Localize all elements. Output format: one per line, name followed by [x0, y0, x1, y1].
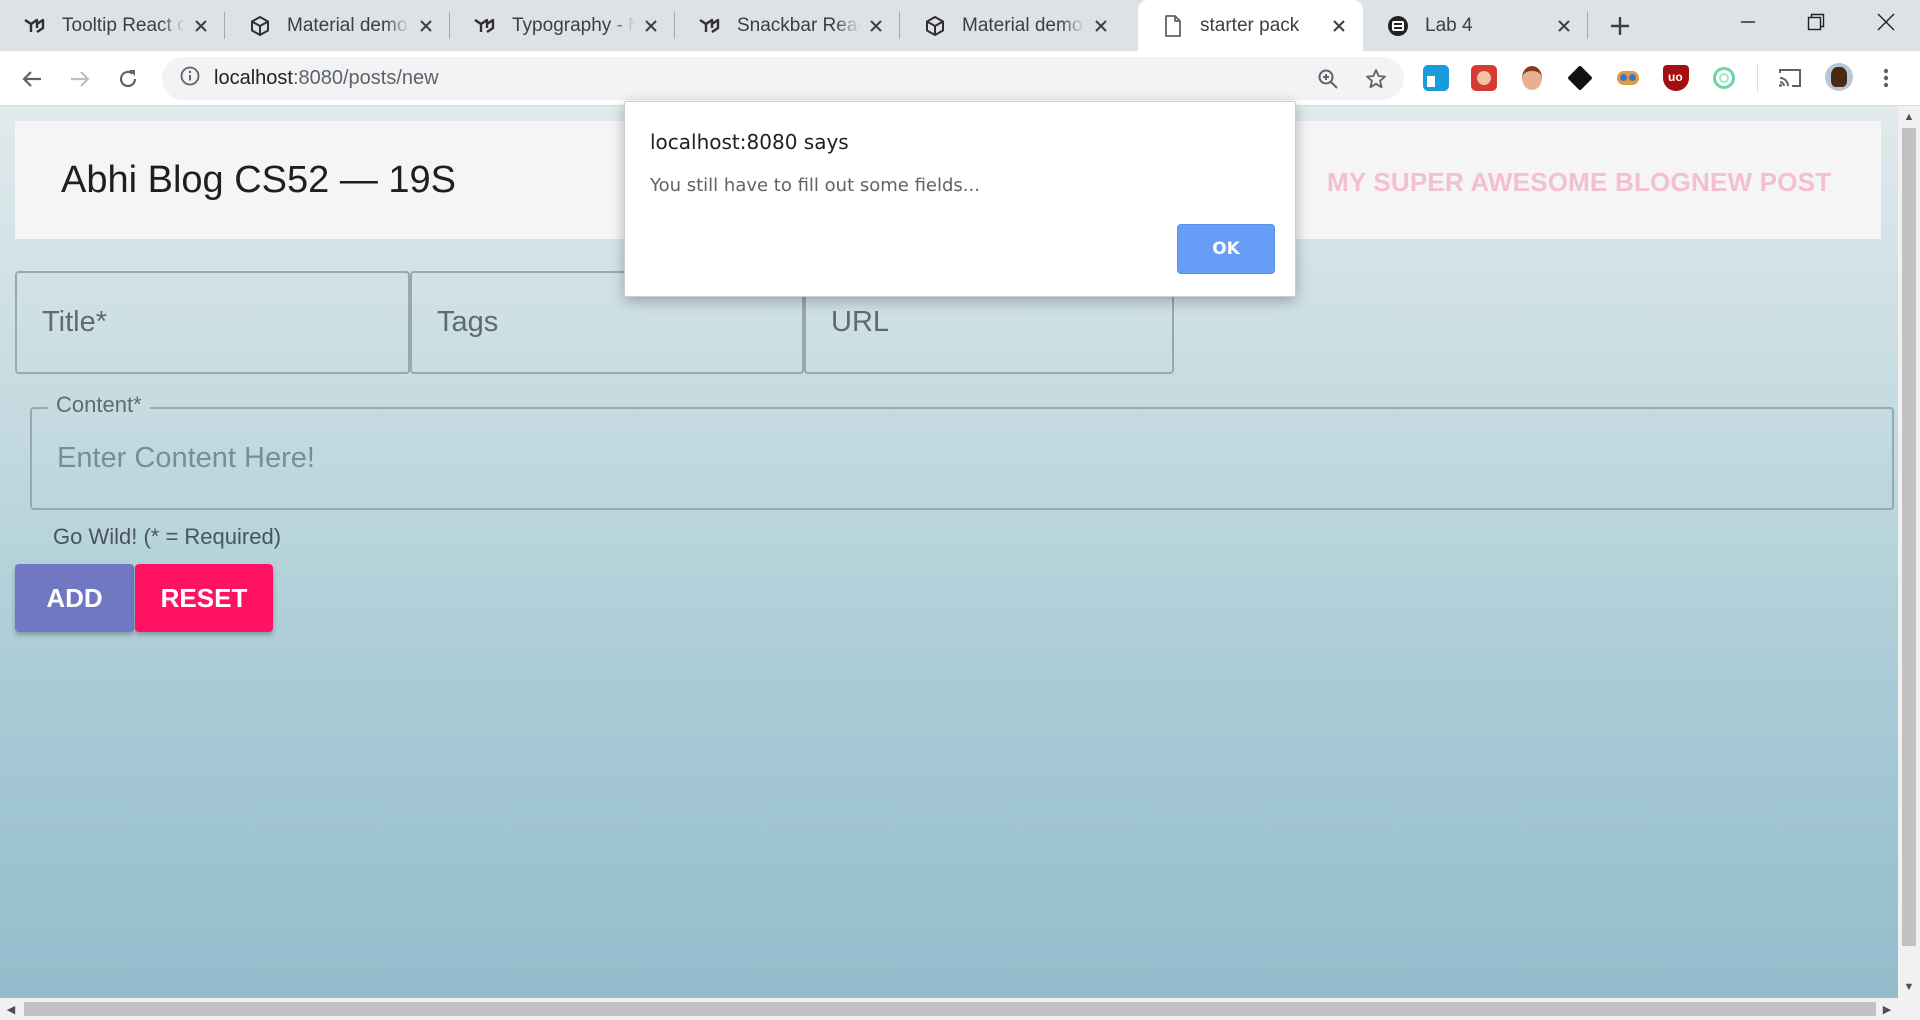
tab-label: Typography - Material-UI — [512, 14, 635, 36]
reset-button[interactable]: RESET — [135, 564, 273, 632]
new-tab-button[interactable] — [1604, 10, 1636, 42]
scroll-up-icon[interactable]: ▲ — [1898, 106, 1920, 128]
close-icon[interactable] — [1091, 16, 1111, 36]
content-input[interactable]: Enter Content Here! — [30, 407, 1894, 510]
ok-button[interactable]: OK — [1177, 224, 1275, 274]
add-button[interactable]: ADD — [15, 564, 134, 632]
info-icon[interactable] — [180, 66, 200, 91]
mui-logo-icon — [474, 15, 496, 37]
extension-avatar-icon[interactable] — [1519, 65, 1545, 91]
mui-logo-icon — [699, 15, 721, 37]
vertical-scroll-thumb[interactable] — [1902, 128, 1916, 946]
close-icon[interactable] — [191, 16, 211, 36]
tab-lab-4[interactable]: Lab 4 — [1363, 0, 1588, 51]
close-icon[interactable] — [416, 16, 436, 36]
close-icon[interactable] — [641, 16, 661, 36]
url-placeholder: URL — [831, 306, 890, 338]
alert-title: localhost:8080 says — [650, 130, 849, 154]
lab-icon — [1387, 15, 1409, 37]
tags-placeholder: Tags — [437, 306, 499, 338]
scroll-right-icon[interactable]: ▶ — [1876, 998, 1898, 1020]
cast-icon[interactable] — [1777, 65, 1803, 91]
tab-material-demo-2[interactable]: Material demo - CodeSandbox — [900, 0, 1125, 51]
tab-starter-pack[interactable]: starter pack — [1138, 0, 1363, 51]
scroll-down-icon[interactable]: ▼ — [1898, 976, 1920, 998]
close-window-button[interactable] — [1858, 0, 1914, 44]
tab-label: starter pack — [1200, 14, 1300, 36]
nav-link-blog[interactable]: MY SUPER AWESOME BLOG — [1327, 167, 1691, 198]
tab-label: Snackbar React component — [737, 14, 860, 36]
menu-dots-icon[interactable] — [1873, 65, 1899, 91]
nav-link-new-post[interactable]: NEW POST — [1691, 167, 1831, 198]
tab-label: Tooltip React component — [62, 14, 185, 36]
content-label: Content* — [48, 392, 150, 418]
zoom-icon[interactable] — [1312, 63, 1344, 95]
title-input[interactable]: Title* — [15, 271, 410, 374]
extension-ring-icon[interactable] — [1711, 65, 1737, 91]
title-placeholder: Title* — [42, 306, 107, 338]
close-icon[interactable] — [1554, 16, 1574, 36]
url-text: localhost:8080/posts/new — [214, 67, 439, 90]
tab-snackbar[interactable]: Snackbar React component — [675, 0, 900, 51]
address-bar[interactable]: localhost:8080/posts/new — [162, 57, 1404, 100]
reload-button[interactable] — [112, 63, 144, 95]
content-placeholder: Enter Content Here! — [57, 442, 315, 474]
horizontal-scrollbar[interactable]: ◀ ▶ — [0, 998, 1920, 1020]
extension-window-icon[interactable] — [1423, 65, 1449, 91]
site-title: Abhi Blog CS52 — 19S — [61, 159, 457, 201]
restore-button[interactable] — [1788, 0, 1844, 44]
tab-label: Material demo - CodeSandbox — [287, 14, 410, 36]
helper-text: Go Wild! (* = Required) — [53, 524, 282, 549]
close-icon[interactable] — [866, 16, 886, 36]
extension-puzzle-icon[interactable] — [1471, 65, 1497, 91]
forward-button[interactable] — [64, 63, 96, 95]
tab-tooltip[interactable]: Tooltip React component — [0, 0, 225, 51]
mui-logo-icon — [24, 15, 46, 37]
url-path: :8080/posts/new — [292, 67, 439, 89]
close-icon[interactable] — [1329, 16, 1349, 36]
extension-goggles-icon[interactable] — [1615, 65, 1641, 91]
cube-icon — [249, 15, 271, 37]
tab-strip: Tooltip React component Material demo - … — [0, 0, 1920, 51]
horizontal-scroll-thumb[interactable] — [24, 1002, 1876, 1016]
git-icon[interactable] — [1567, 65, 1593, 91]
vertical-scrollbar[interactable]: ▲ ▼ — [1898, 106, 1920, 998]
tab-material-demo-1[interactable]: Material demo - CodeSandbox — [225, 0, 450, 51]
back-button[interactable] — [16, 63, 48, 95]
cube-icon — [924, 15, 946, 37]
tab-separator — [1587, 12, 1588, 39]
alert-dialog: localhost:8080 says You still have to fi… — [624, 101, 1296, 297]
tab-label: Lab 4 — [1425, 14, 1473, 36]
toolbar-divider — [1757, 64, 1758, 92]
tab-label: Material demo - CodeSandbox — [962, 14, 1085, 36]
url-host: localhost — [214, 67, 293, 89]
scroll-left-icon[interactable]: ◀ — [0, 998, 22, 1020]
bookmark-star-icon[interactable] — [1360, 63, 1392, 95]
minimize-button[interactable] — [1720, 0, 1776, 44]
ublock-shield-icon[interactable]: uo — [1663, 65, 1689, 91]
tab-typography[interactable]: Typography - Material-UI — [450, 0, 675, 51]
profile-avatar[interactable] — [1825, 63, 1853, 91]
alert-message: You still have to fill out some fields..… — [650, 175, 980, 196]
page-icon — [1162, 14, 1184, 37]
